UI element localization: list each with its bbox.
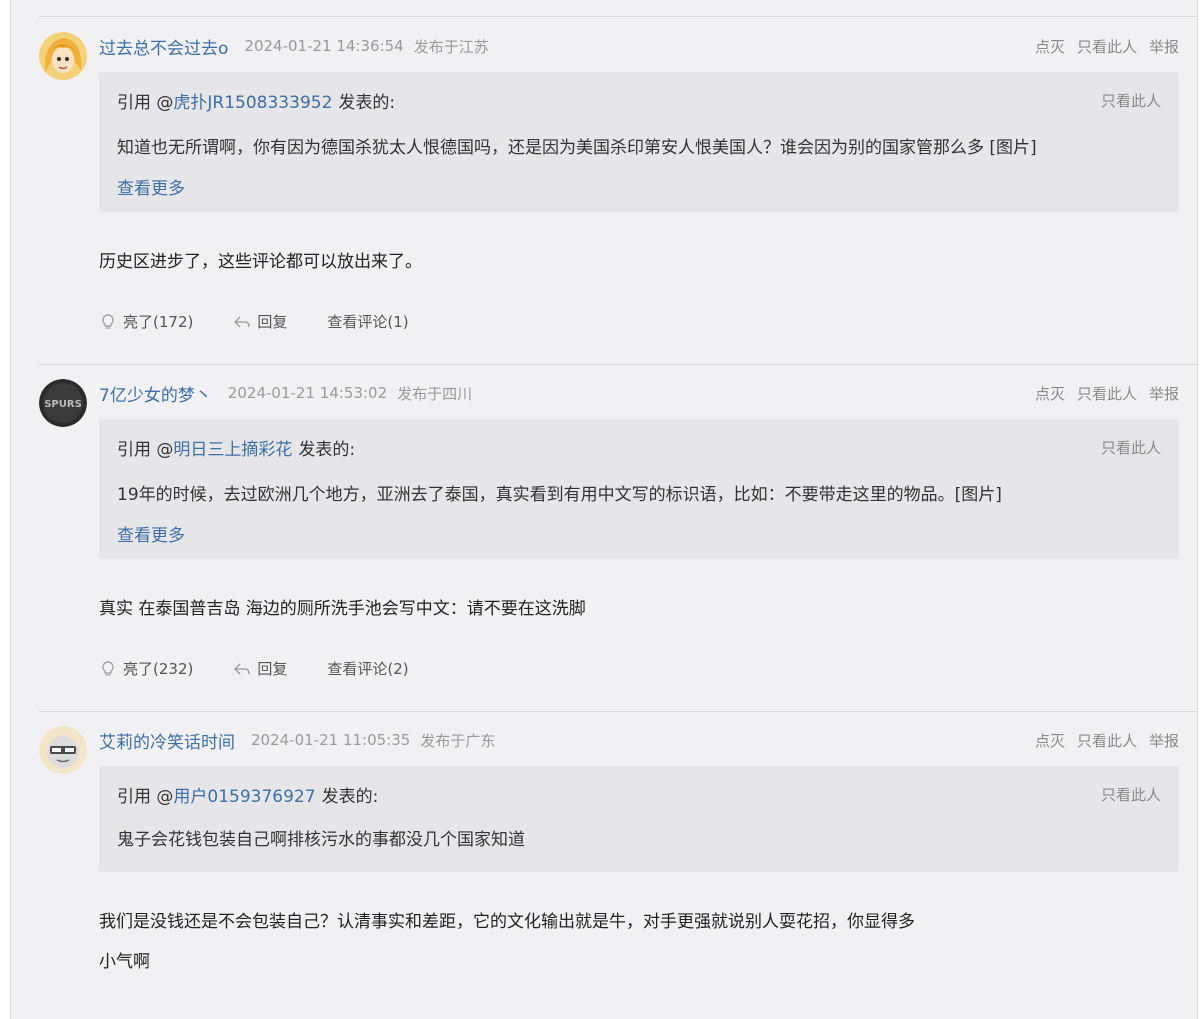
lightbulb-icon bbox=[102, 313, 114, 329]
comment-list: 过去总不会过去o 2024-01-21 14:36:54 发布于江苏 点灭 只看… bbox=[10, 0, 1198, 1019]
divider bbox=[39, 16, 1197, 17]
only-this-user-button[interactable]: 只看此人 bbox=[1077, 730, 1137, 751]
username[interactable]: 7亿少女的梦丶 bbox=[99, 381, 212, 406]
light-button[interactable]: 亮了(172) bbox=[99, 311, 193, 332]
reply-button[interactable]: 回复 bbox=[233, 658, 287, 679]
avatar[interactable]: SPURS bbox=[39, 379, 87, 427]
comment-body: 真实 在泰国普吉岛 海边的厕所洗手池会写中文：请不要在这洗脚 bbox=[99, 599, 586, 619]
light-count: 亮了(232) bbox=[123, 660, 194, 678]
light-button[interactable]: 亮了(232) bbox=[99, 658, 193, 679]
view-comments-button[interactable]: 查看评论(2) bbox=[327, 658, 408, 679]
quote-text: 鬼子会花钱包装自己啊排核污水的事都没几个国家知道 bbox=[117, 830, 525, 850]
report-button[interactable]: 举报 bbox=[1149, 36, 1179, 57]
only-this-user-button[interactable]: 只看此人 bbox=[1077, 36, 1137, 57]
quote-prefix: 引用 @ bbox=[117, 93, 174, 113]
divider bbox=[39, 711, 1197, 712]
quote-text: 19年的时候，去过欧洲几个地方，亚洲去了泰国，真实看到有用中文写的标识语，比如：… bbox=[117, 485, 1002, 505]
dim-button[interactable]: 点灭 bbox=[1035, 36, 1065, 57]
quoted-username[interactable]: 用户0159376927 bbox=[173, 782, 315, 807]
comment-actions: 点灭 只看此人 举报 bbox=[1035, 383, 1179, 404]
timestamp: 2024-01-21 14:53:02 bbox=[227, 384, 388, 402]
quote-block: 引用 @ 虎扑JR1508333952 发表的: 只看此人 知道也无所谓啊，你有… bbox=[99, 72, 1179, 212]
dim-button[interactable]: 点灭 bbox=[1035, 383, 1065, 404]
quote-header: 引用 @ 虎扑JR1508333952 发表的: 只看此人 bbox=[117, 88, 1161, 113]
reply-button[interactable]: 回复 bbox=[233, 311, 287, 332]
only-this-user-button[interactable]: 只看此人 bbox=[1077, 383, 1137, 404]
quote-suffix: 发表的: bbox=[321, 787, 379, 807]
quote-only-this-user-button[interactable]: 只看此人 bbox=[1101, 437, 1161, 458]
quote-only-this-user-button[interactable]: 只看此人 bbox=[1101, 90, 1161, 111]
comment-footer: 亮了(172) 回复 查看评论(1) bbox=[99, 311, 449, 332]
quote-text: 知道也无所谓啊，你有因为德国杀犹太人恨德国吗，还是因为美国杀印第安人恨美国人？谁… bbox=[117, 138, 1037, 158]
view-comments-label: 查看评论(2) bbox=[327, 660, 409, 678]
quote-suffix: 发表的: bbox=[338, 93, 396, 113]
comment-footer: 亮了(232) 回复 查看评论(2) bbox=[99, 658, 449, 679]
svg-text:SPURS: SPURS bbox=[44, 399, 82, 410]
avatar[interactable] bbox=[39, 32, 87, 80]
quote-prefix: 引用 @ bbox=[117, 787, 174, 807]
comment-actions: 点灭 只看此人 举报 bbox=[1035, 36, 1179, 57]
quote-header: 引用 @ 用户0159376927 发表的: 只看此人 bbox=[117, 782, 1161, 807]
comment-meta: 7亿少女的梦丶 2024-01-21 14:53:02 发布于四川 点灭 只看此… bbox=[99, 381, 1179, 406]
report-button[interactable]: 举报 bbox=[1149, 383, 1179, 404]
comment-body-line: 小气啊 bbox=[99, 952, 150, 972]
quoted-username[interactable]: 虎扑JR1508333952 bbox=[173, 88, 332, 113]
quote-header: 引用 @ 明日三上摘彩花 发表的: 只看此人 bbox=[117, 435, 1161, 460]
location: 发布于广东 bbox=[420, 731, 496, 750]
see-more-link[interactable]: 查看更多 bbox=[117, 174, 185, 199]
dim-button[interactable]: 点灭 bbox=[1035, 730, 1065, 751]
divider bbox=[39, 364, 1197, 365]
comment-meta: 艾莉的冷笑话时间 2024-01-21 11:05:35 发布于广东 点灭 只看… bbox=[99, 728, 1179, 753]
view-comments-label: 查看评论(1) bbox=[327, 313, 409, 331]
comment-body-line: 我们是没钱还是不会包装自己？认清事实和差距，它的文化输出就是牛，对手更强就说别人… bbox=[99, 912, 915, 932]
reply-label: 回复 bbox=[257, 660, 288, 678]
reply-icon bbox=[234, 316, 250, 327]
light-count: 亮了(172) bbox=[123, 313, 194, 331]
comment-body: 历史区进步了，这些评论都可以放出来了。 bbox=[99, 252, 422, 272]
location: 发布于江苏 bbox=[413, 37, 489, 56]
quote-prefix: 引用 @ bbox=[117, 440, 174, 460]
quote-only-this-user-button[interactable]: 只看此人 bbox=[1101, 784, 1161, 805]
timestamp: 2024-01-21 11:05:35 bbox=[251, 731, 411, 749]
see-more-link[interactable]: 查看更多 bbox=[117, 521, 185, 546]
comment-actions: 点灭 只看此人 举报 bbox=[1035, 730, 1179, 751]
view-comments-button[interactable]: 查看评论(1) bbox=[327, 311, 408, 332]
report-button[interactable]: 举报 bbox=[1149, 730, 1179, 751]
quote-block: 引用 @ 用户0159376927 发表的: 只看此人 鬼子会花钱包装自己啊排核… bbox=[99, 766, 1179, 872]
location: 发布于四川 bbox=[397, 384, 473, 403]
reply-icon bbox=[234, 663, 250, 674]
quote-block: 引用 @ 明日三上摘彩花 发表的: 只看此人 19年的时候，去过欧洲几个地方，亚… bbox=[99, 419, 1179, 559]
quoted-username[interactable]: 明日三上摘彩花 bbox=[173, 435, 292, 460]
timestamp: 2024-01-21 14:36:54 bbox=[244, 37, 404, 55]
quote-suffix: 发表的: bbox=[298, 440, 356, 460]
lightbulb-icon bbox=[102, 660, 114, 676]
username[interactable]: 过去总不会过去o bbox=[99, 34, 228, 59]
avatar[interactable] bbox=[39, 726, 87, 774]
reply-label: 回复 bbox=[257, 313, 288, 331]
comment-meta: 过去总不会过去o 2024-01-21 14:36:54 发布于江苏 点灭 只看… bbox=[99, 34, 1179, 59]
username[interactable]: 艾莉的冷笑话时间 bbox=[99, 728, 235, 753]
